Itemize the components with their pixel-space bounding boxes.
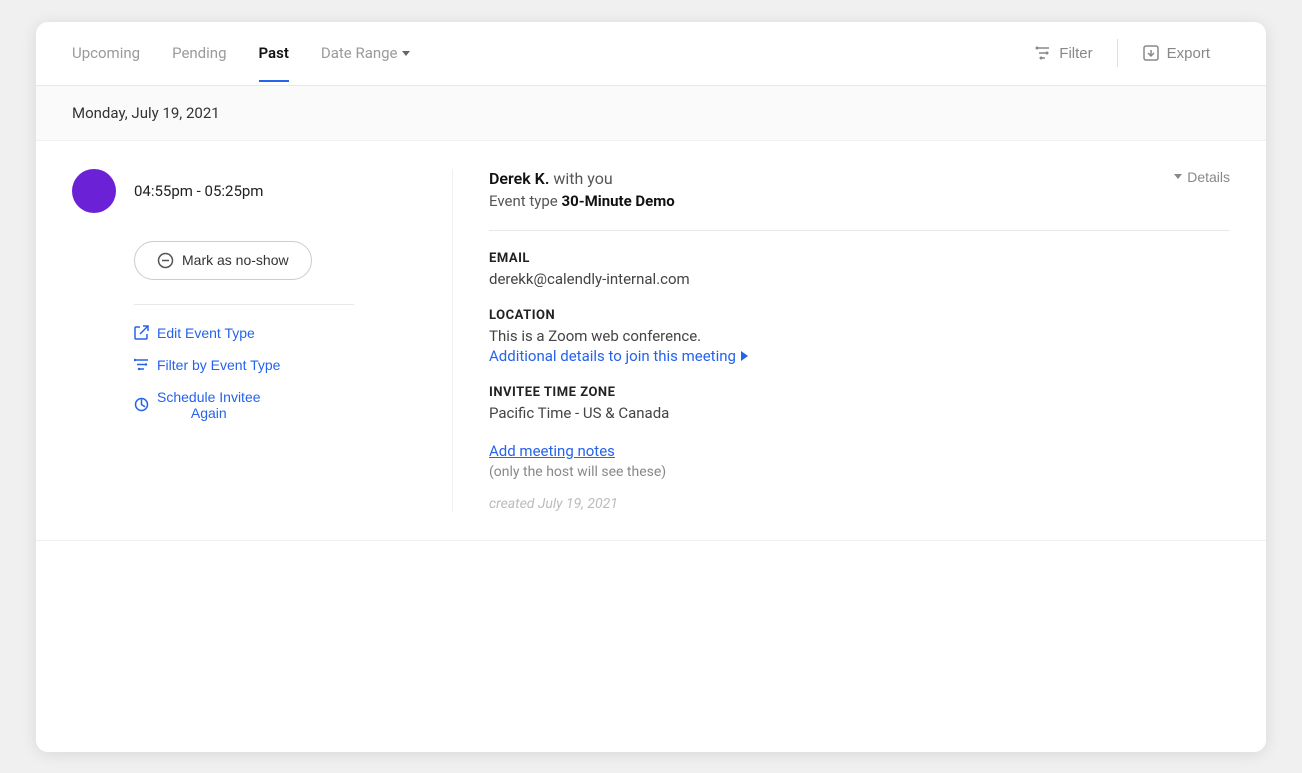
event-type-name: 30-Minute Demo [561, 192, 674, 210]
event-left: 04:55pm - 05:25pm Mark as no-show [72, 169, 452, 512]
filter-button[interactable]: Filter [1014, 38, 1112, 68]
created-text: created July 19, 2021 [489, 496, 1230, 512]
mark-no-show-button[interactable]: Mark as no-show [134, 241, 312, 280]
additional-details-link[interactable]: Additional details to join this meeting [489, 347, 1230, 365]
divider [134, 304, 354, 305]
event-detail: Derek K. with you Event type 30-Minute D… [452, 169, 1230, 512]
edit-event-type-button[interactable]: Edit Event Type [134, 325, 255, 341]
date-header: Monday, July 19, 2021 [36, 86, 1266, 141]
chevron-down-small-icon [1174, 174, 1182, 179]
filter-event-icon [134, 357, 149, 372]
chevron-down-icon [402, 51, 410, 56]
invitee-tz-label: INVITEE TIME ZONE [489, 385, 1230, 400]
email-section: EMAIL derekk@calendly-internal.com [489, 251, 1230, 288]
no-show-icon [157, 252, 174, 269]
tab-nav: Upcoming Pending Past Date Range Filter [36, 22, 1266, 86]
location-label: LOCATION [489, 308, 1230, 323]
export-button[interactable]: Export [1122, 38, 1230, 68]
action-divider [1117, 39, 1118, 67]
event-avatar-time: 04:55pm - 05:25pm [72, 169, 263, 213]
tab-pending[interactable]: Pending [172, 24, 226, 82]
with-you-text: with you [553, 169, 612, 188]
tabs: Upcoming Pending Past Date Range [72, 24, 1014, 82]
event-header-row: Derek K. with you Event type 30-Minute D… [489, 169, 1230, 210]
tab-date-range[interactable]: Date Range [321, 24, 410, 82]
notes-hint: (only the host will see these) [489, 464, 1230, 480]
actions: Filter Export [1014, 38, 1230, 68]
location-value: This is a Zoom web conference. [489, 327, 1230, 345]
add-meeting-notes-link[interactable]: Add meeting notes [489, 442, 1230, 460]
event-actions: Mark as no-show Edit Event Type [72, 241, 354, 421]
event-title-block: Derek K. with you Event type 30-Minute D… [489, 169, 675, 210]
external-link-icon [134, 325, 149, 340]
tab-past[interactable]: Past [259, 24, 289, 82]
event-row: 04:55pm - 05:25pm Mark as no-show [36, 141, 1266, 541]
invitee-tz-section: INVITEE TIME ZONE Pacific Time - US & Ca… [489, 385, 1230, 422]
filter-icon [1034, 44, 1052, 62]
details-button[interactable]: Details [1174, 169, 1230, 185]
schedule-again-icon [134, 397, 149, 412]
detail-divider [489, 230, 1230, 231]
tab-upcoming[interactable]: Upcoming [72, 24, 140, 82]
main-card: Upcoming Pending Past Date Range Filter [36, 22, 1266, 752]
email-value: derekk@calendly-internal.com [489, 270, 1230, 288]
email-label: EMAIL [489, 251, 1230, 266]
filter-by-event-type-button[interactable]: Filter by Event Type [134, 357, 280, 373]
invitee-tz-value: Pacific Time - US & Canada [489, 404, 1230, 422]
location-section: LOCATION This is a Zoom web conference. … [489, 308, 1230, 365]
chevron-right-icon [741, 351, 748, 361]
event-type-line: Event type 30-Minute Demo [489, 192, 675, 210]
schedule-invitee-again-button[interactable]: Schedule InviteeAgain [134, 389, 261, 421]
export-icon [1142, 44, 1160, 62]
avatar [72, 169, 116, 213]
event-time: 04:55pm - 05:25pm [134, 182, 263, 200]
invitee-name: Derek K. with you [489, 169, 675, 188]
